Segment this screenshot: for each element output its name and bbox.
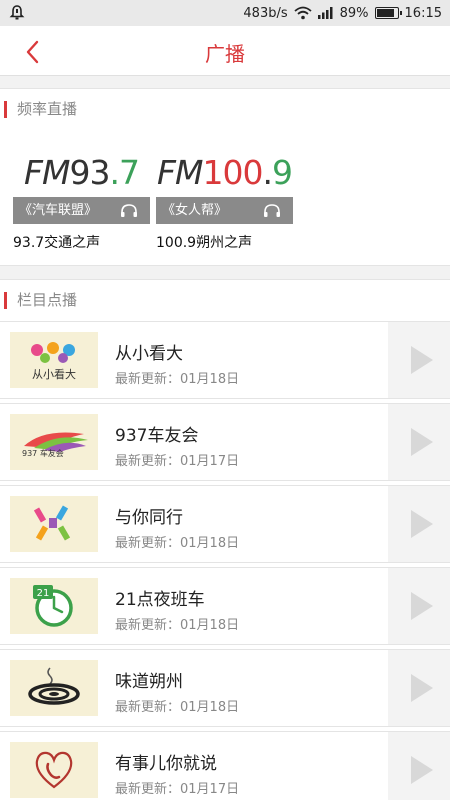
station-card-fm937[interactable]: FM93.7 《汽车联盟》 93.7交通之声 bbox=[13, 153, 150, 252]
program-item[interactable]: 与你同行 最新更新：01月18日 bbox=[0, 485, 450, 563]
station-program-name: 《女人帮》 bbox=[162, 203, 228, 218]
station-name: 93.7交通之声 bbox=[13, 235, 101, 251]
play-icon bbox=[411, 346, 433, 374]
program-updated: 最新更新：01月18日 bbox=[115, 372, 240, 387]
wifi-icon bbox=[294, 6, 312, 20]
station-name: 100.9朔州之声 bbox=[156, 235, 253, 251]
play-icon bbox=[411, 428, 433, 456]
station-program-bar[interactable]: 《女人帮》 bbox=[156, 197, 293, 224]
program-thumbnail: 937 车友会 bbox=[10, 414, 98, 470]
program-title: 味道朔州 bbox=[115, 672, 183, 692]
program-thumbnail bbox=[10, 496, 98, 552]
program-item[interactable]: 937 车友会 937车友会 最新更新：01月17日 bbox=[0, 403, 450, 481]
program-thumbnail bbox=[10, 660, 98, 716]
station-program-bar[interactable]: 《汽车联盟》 bbox=[13, 197, 150, 224]
program-updated: 最新更新：01月18日 bbox=[115, 700, 240, 715]
play-icon bbox=[411, 756, 433, 784]
frequency-live-section: 频率直播 FM93.7 《汽车联盟》 93.7交通之声 FM100.9 《女人帮… bbox=[0, 88, 450, 266]
play-icon bbox=[411, 592, 433, 620]
clock-logo-icon: 21 bbox=[33, 585, 73, 627]
station-logo: FM100.9 bbox=[157, 153, 293, 192]
play-button[interactable] bbox=[388, 650, 450, 726]
play-button[interactable] bbox=[388, 486, 450, 562]
play-button[interactable] bbox=[388, 568, 450, 644]
program-item[interactable]: 味道朔州 最新更新：01月18日 bbox=[0, 649, 450, 727]
svg-text:从小看大: 从小看大 bbox=[32, 367, 76, 381]
headphones-icon bbox=[121, 204, 137, 217]
page-title: 广播 bbox=[205, 42, 245, 66]
program-title: 21点夜班车 bbox=[115, 590, 205, 610]
program-item[interactable]: 有事儿你就说 最新更新：01月17日 bbox=[0, 731, 450, 800]
battery-icon bbox=[374, 7, 402, 19]
kids-logo-icon: 从小看大 bbox=[31, 342, 76, 381]
play-icon bbox=[411, 510, 433, 538]
status-bar: 483b/s 89% 16:15 bbox=[0, 0, 450, 26]
program-thumbnail: 21 bbox=[10, 578, 98, 634]
clock: 16:15 bbox=[404, 5, 442, 21]
program-title: 与你同行 bbox=[115, 508, 183, 528]
play-button[interactable] bbox=[388, 404, 450, 480]
play-icon bbox=[411, 674, 433, 702]
program-on-demand-section: 栏目点播 从小看大 从小看大 最新更新：01月18日 937 车友会 937车友… bbox=[0, 279, 450, 800]
bowl-steam-logo-icon bbox=[28, 667, 80, 705]
program-updated: 最新更新：01月17日 bbox=[115, 782, 240, 797]
play-button[interactable] bbox=[388, 732, 450, 800]
program-item[interactable]: 21 21点夜班车 最新更新：01月18日 bbox=[0, 567, 450, 645]
heart-phone-logo-icon bbox=[35, 751, 73, 789]
program-title: 从小看大 bbox=[115, 344, 183, 364]
program-item[interactable]: 从小看大 从小看大 最新更新：01月18日 bbox=[0, 321, 450, 399]
station-card-fm1009[interactable]: FM100.9 《女人帮》 100.9朔州之声 bbox=[156, 153, 293, 252]
signal-icon bbox=[317, 7, 333, 19]
station-logo: FM93.7 bbox=[24, 153, 140, 192]
program-updated: 最新更新：01月18日 bbox=[115, 618, 240, 633]
program-thumbnail bbox=[10, 742, 98, 798]
section-title-programs: 栏目点播 bbox=[4, 292, 77, 309]
section-title-frequency: 频率直播 bbox=[4, 101, 77, 118]
battery-percent: 89% bbox=[339, 5, 369, 21]
program-thumbnail: 从小看大 bbox=[10, 332, 98, 388]
program-title: 937车友会 bbox=[115, 426, 199, 446]
notification-bell-icon bbox=[9, 5, 25, 20]
network-speed: 483b/s bbox=[243, 5, 288, 21]
app-header: 广播 bbox=[0, 26, 450, 76]
together-logo-icon bbox=[33, 505, 71, 541]
car-club-logo-icon: 937 车友会 bbox=[22, 432, 88, 458]
svg-text:937 车友会: 937 车友会 bbox=[22, 448, 64, 458]
svg-text:21: 21 bbox=[37, 588, 50, 599]
play-button[interactable] bbox=[388, 322, 450, 398]
headphones-icon bbox=[264, 204, 280, 217]
program-updated: 最新更新：01月18日 bbox=[115, 536, 240, 551]
station-program-name: 《汽车联盟》 bbox=[19, 203, 98, 218]
program-title: 有事儿你就说 bbox=[115, 754, 217, 774]
program-updated: 最新更新：01月17日 bbox=[115, 454, 240, 469]
